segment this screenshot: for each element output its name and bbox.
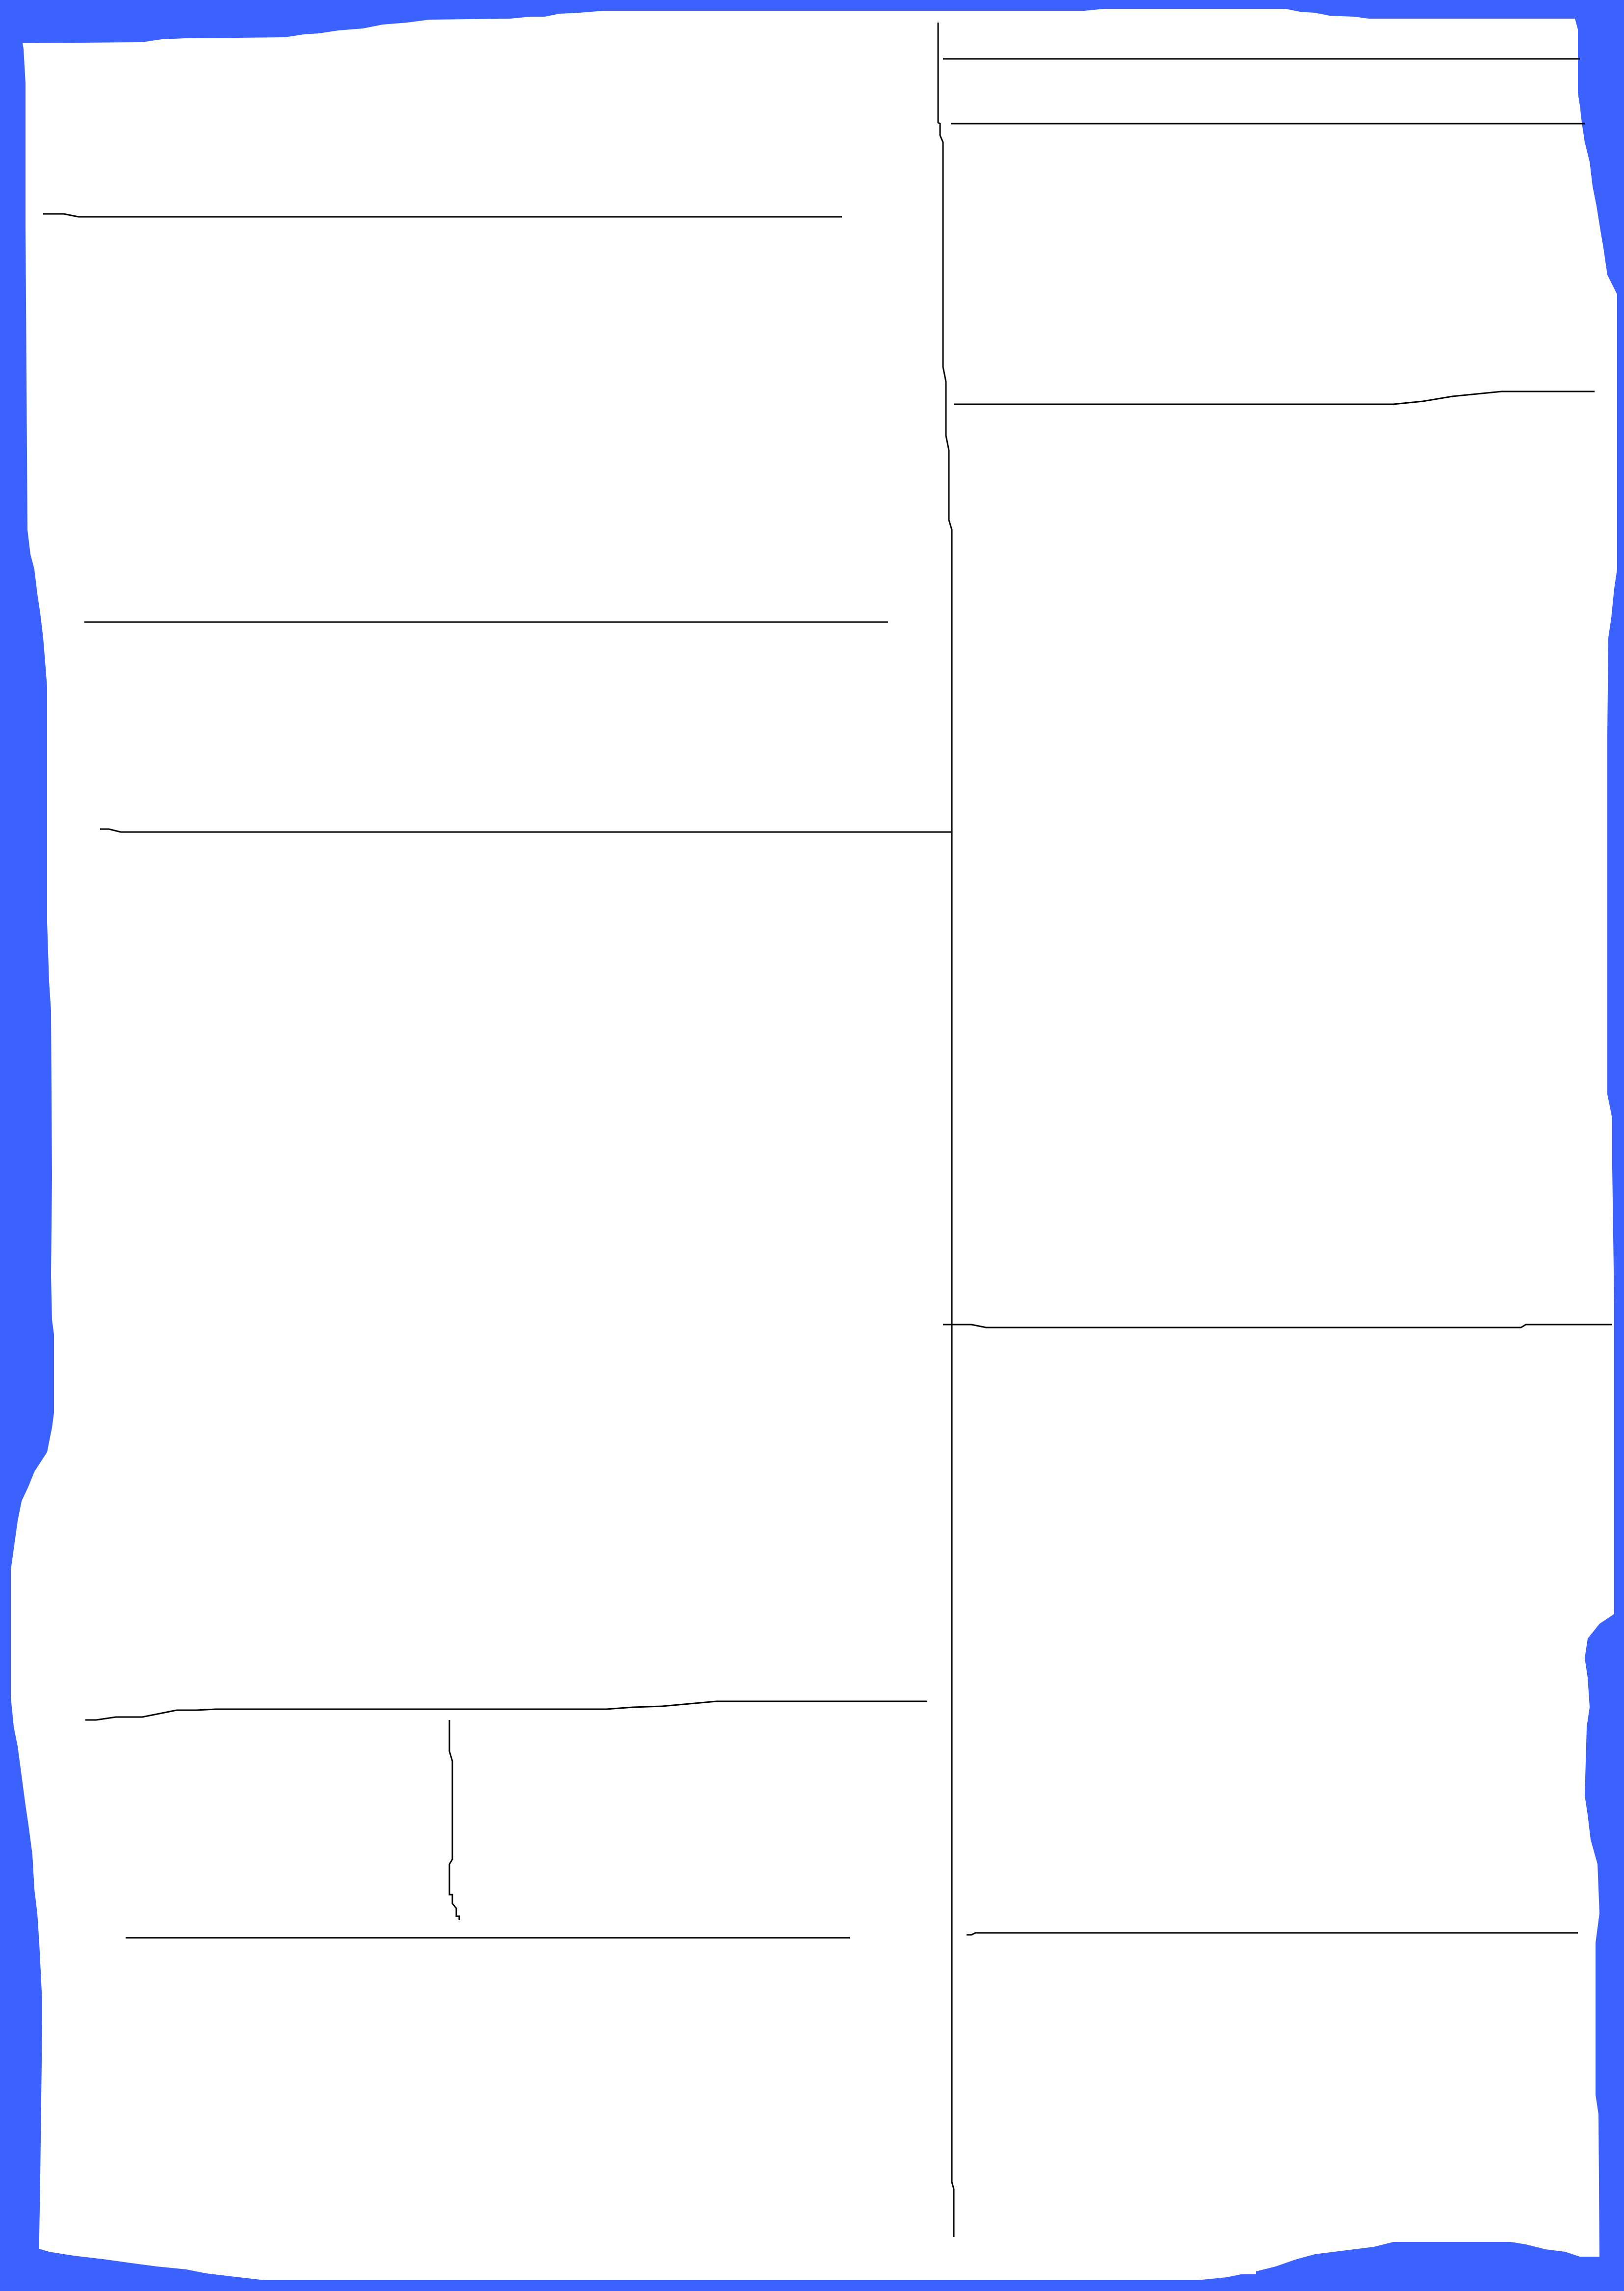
diagram-canvas [0, 0, 1624, 2291]
diagram-svg [0, 0, 1624, 2291]
paper-sheet [11, 9, 1617, 2280]
